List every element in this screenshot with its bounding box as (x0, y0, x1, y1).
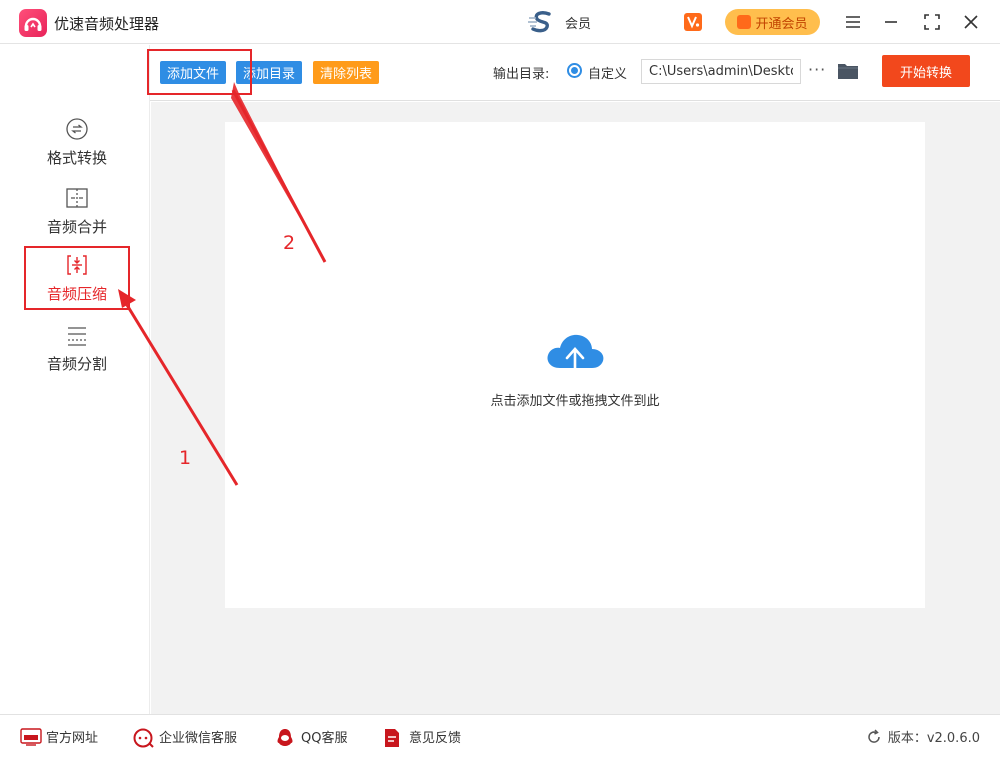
output-dir-label: 输出目录: (493, 67, 550, 82)
clear-list-button[interactable]: 清除列表 (313, 61, 380, 84)
open-vip-label: 开通会员 (755, 16, 808, 32)
wechat-icon (133, 728, 154, 748)
menu-button[interactable] (839, 8, 867, 36)
website-icon (20, 727, 42, 746)
sidebar-item-label: 音频压缩 (46, 284, 107, 303)
add-file-button[interactable]: 添加文件 (160, 61, 227, 84)
sidebar-item-label: 音频合并 (46, 217, 107, 236)
hamburger-icon (846, 16, 860, 28)
feedback-label: 意见反馈 (409, 731, 462, 746)
minimize-icon (885, 21, 897, 23)
qq-label: QQ客服 (301, 731, 348, 746)
website-link[interactable]: 官方网址 (20, 727, 98, 746)
output-path-input[interactable] (641, 59, 801, 84)
qq-service-link[interactable]: QQ客服 (275, 727, 347, 746)
title-bar: 优速音频处理器 会员 开通会员 (0, 0, 1000, 44)
qq-icon (275, 728, 295, 746)
open-vip-button[interactable]: 开通会员 (725, 9, 820, 35)
version-info: 版本：v2.0.6.0 (866, 727, 980, 746)
close-icon (964, 15, 978, 29)
minimize-button[interactable] (877, 8, 905, 36)
vip-badge-icon (737, 15, 752, 29)
app-title: 优速音频处理器 (54, 15, 160, 33)
format-convert-icon (66, 117, 88, 140)
upload-cloud-icon[interactable] (544, 330, 606, 382)
refresh-icon[interactable] (866, 728, 882, 745)
member-label[interactable]: 会员 (565, 13, 591, 32)
wechat-service-link[interactable]: 企业微信客服 (133, 727, 238, 748)
maximize-button[interactable] (918, 8, 946, 36)
custom-dir-radio[interactable] (567, 63, 582, 78)
sidebar-item-format-convert[interactable]: 格式转换 (24, 110, 130, 174)
open-folder-icon[interactable] (837, 61, 859, 81)
add-directory-button[interactable]: 添加目录 (236, 61, 303, 84)
close-button[interactable] (957, 8, 985, 36)
website-label: 官方网址 (46, 731, 99, 746)
compress-icon (67, 254, 87, 275)
annotation-step-2: 2 (283, 232, 296, 254)
split-icon (68, 326, 86, 346)
merge-icon (66, 187, 88, 208)
version-label: 版本：v2.0.6.0 (887, 731, 980, 746)
member-s-logo-icon[interactable] (527, 9, 557, 35)
app-logo-icon (19, 9, 47, 37)
maximize-icon (924, 14, 940, 30)
sidebar-item-label: 音频分割 (46, 354, 107, 373)
annotation-step-1: 1 (179, 447, 192, 469)
sidebar-item-audio-split[interactable]: 音频分割 (24, 316, 130, 380)
drop-hint-text: 点击添加文件或拖拽文件到此 (490, 394, 660, 409)
vip-icon[interactable] (684, 13, 702, 31)
feedback-icon (383, 728, 403, 747)
sidebar-item-label: 格式转换 (46, 148, 107, 167)
sidebar-item-audio-merge[interactable]: 音频合并 (24, 179, 130, 243)
more-options-button[interactable]: ··· (808, 60, 826, 79)
start-convert-button[interactable]: 开始转换 (882, 55, 970, 87)
feedback-link[interactable]: 意见反馈 (383, 727, 462, 747)
custom-dir-label: 自定义 (588, 67, 628, 82)
wechat-label: 企业微信客服 (159, 731, 238, 746)
sidebar-item-audio-compress[interactable]: 音频压缩 (24, 246, 130, 310)
